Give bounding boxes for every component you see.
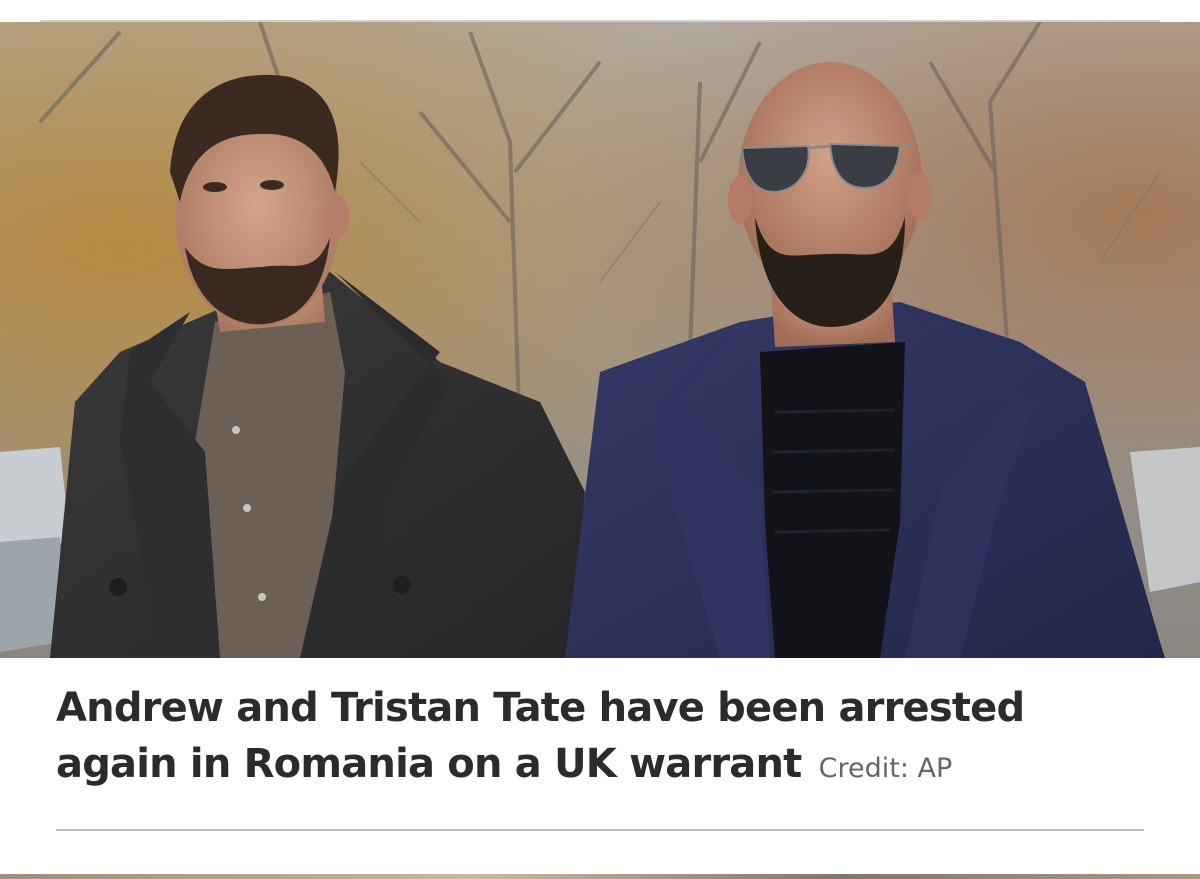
news-photo	[0, 22, 1200, 658]
next-image-edge	[0, 874, 1200, 879]
article-page: Andrew and Tristan Tate have been arrest…	[0, 0, 1200, 879]
photo-credit: Credit: AP	[818, 753, 953, 784]
bottom-divider	[56, 829, 1144, 831]
article-caption: Andrew and Tristan Tate have been arrest…	[56, 680, 1146, 797]
